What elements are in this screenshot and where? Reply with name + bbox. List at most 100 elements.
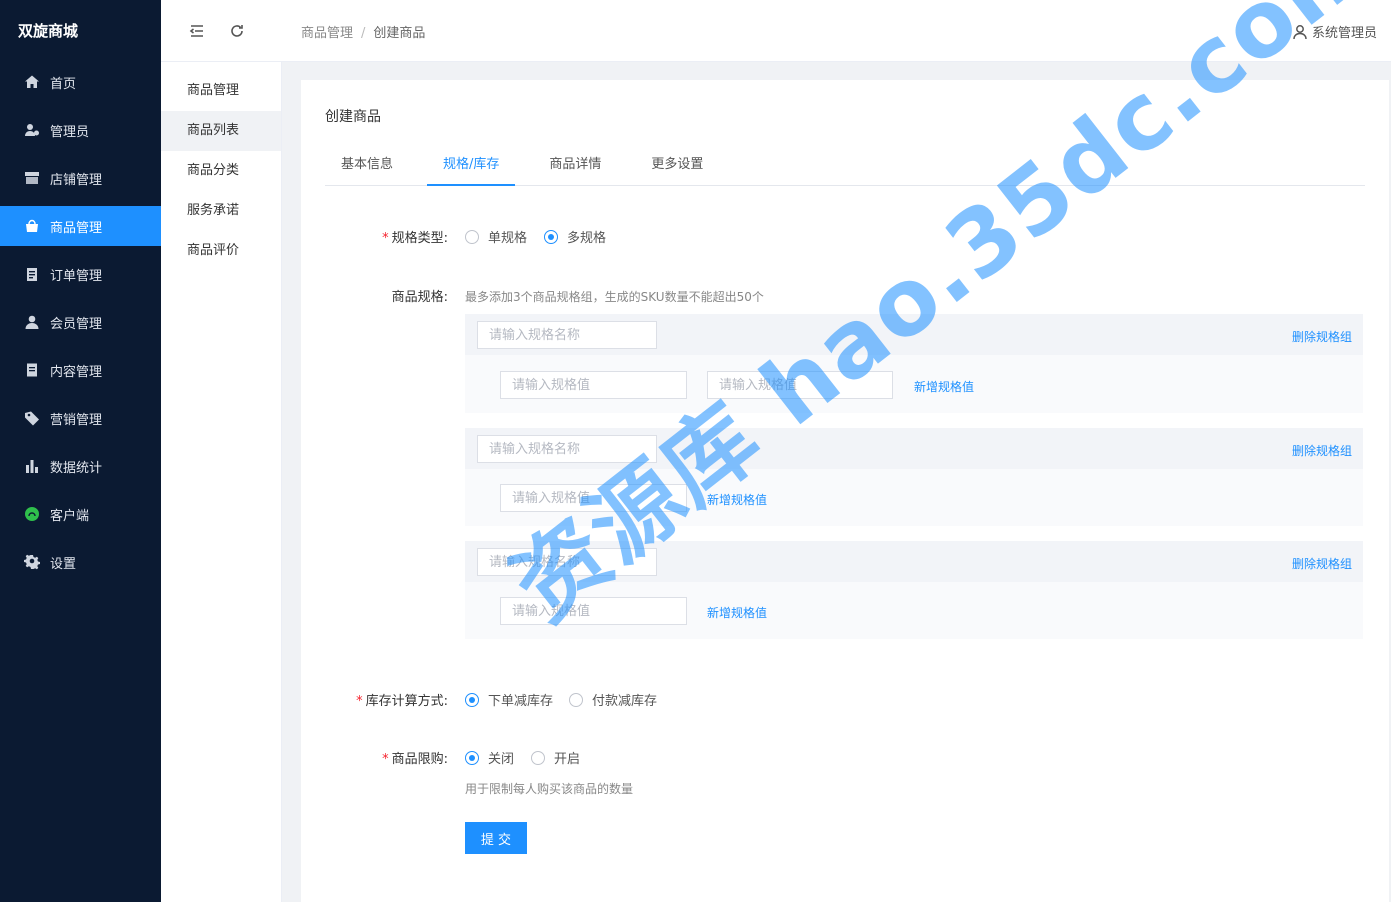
user-menu[interactable]: 系统管理员 [1292,22,1377,41]
tab-spec-stock[interactable]: 规格/库存 [427,150,516,186]
sidebar-item-label: 商品管理 [50,220,103,236]
collapse-menu-icon[interactable] [187,21,207,41]
sidebar-item-orders[interactable]: 订单管理 [0,254,161,294]
top-bar: 商品管理 / 创建商品 系统管理员 [161,0,1391,62]
subnav-item-product-category[interactable]: 商品分类 [161,151,281,191]
sidebar-item-label: 客户端 [50,508,90,524]
spec-group-header: 删除规格组 [465,541,1363,582]
clipboard-icon [24,266,40,282]
breadcrumb-parent[interactable]: 商品管理 [301,26,353,41]
radio-multi-spec[interactable]: 多规格 [544,227,606,246]
bag-icon [24,218,40,234]
radio-label: 开启 [554,752,581,767]
stock-method-label-text: 库存计算方式: [365,694,448,709]
sidebar-item-label: 首页 [50,76,77,92]
spec-type-label: * 规格类型: [298,227,448,246]
subnav-item-service-promise[interactable]: 服务承诺 [161,191,281,231]
radio-label: 关闭 [488,752,515,767]
refresh-icon[interactable] [227,21,247,41]
add-spec-value-button[interactable]: 新增规格值 [707,491,767,508]
admin-icon [24,122,40,138]
required-mark: * [356,694,363,709]
sidebar-item-label: 数据统计 [50,460,103,476]
sidebar-item-label: 订单管理 [50,268,103,284]
add-spec-value-button[interactable]: 新增规格值 [914,378,974,395]
spec-type-label-text: 规格类型: [391,231,448,246]
sidebar-item-label: 内容管理 [50,364,103,380]
radio-label: 多规格 [567,231,607,246]
sidebar-item-content[interactable]: 内容管理 [0,350,161,390]
purchase-limit-hint: 用于限制每人购买该商品的数量 [465,782,634,796]
radio-limit-off[interactable]: 关闭 [465,748,514,767]
store-icon [24,170,40,186]
spec-value-input[interactable] [500,371,687,399]
radio-label: 下单减库存 [488,694,554,709]
sidebar-item-client[interactable]: 客户端 [0,494,161,534]
spec-value-input[interactable] [707,371,893,399]
sidebar-item-members[interactable]: 会员管理 [0,302,161,342]
tag-icon [24,410,40,426]
delete-spec-group-button[interactable]: 删除规格组 [1292,555,1352,572]
wechat-icon [24,506,40,522]
spec-label: 商品规格: [391,290,448,305]
sidebar-item-products[interactable]: 商品管理 [0,206,161,246]
sidebar-item-statistics[interactable]: 数据统计 [0,446,161,486]
radio-label: 付款减库存 [592,694,658,709]
submit-button[interactable]: 提 交 [465,822,527,854]
radio-dot [569,692,583,707]
radio-dot [465,750,479,765]
tab-product-detail[interactable]: 商品详情 [533,150,617,186]
subnav-item-product-review[interactable]: 商品评价 [161,231,281,271]
spec-name-input[interactable] [477,435,657,463]
sidebar-item-label: 会员管理 [50,316,103,332]
purchase-limit-label: * 商品限购: [298,748,448,767]
spec-group-header: 删除规格组 [465,428,1363,469]
sidebar-item-admin[interactable]: 管理员 [0,110,161,150]
radio-dot [465,692,479,707]
spec-group-header: 删除规格组 [465,314,1363,355]
spec-name-input[interactable] [477,321,657,349]
sidebar-item-home[interactable]: 首页 [0,62,161,102]
sidebar-item-label: 营销管理 [50,412,103,428]
sidebar-item-marketing[interactable]: 营销管理 [0,398,161,438]
delete-spec-group-button[interactable]: 删除规格组 [1292,442,1352,459]
sidebar-item-settings[interactable]: 设置 [0,542,161,582]
spec-value-input[interactable] [500,484,687,512]
gear-icon [24,554,40,570]
tab-bar: 基本信息 规格/库存 商品详情 更多设置 [325,150,1365,186]
radio-single-spec[interactable]: 单规格 [465,227,527,246]
purchase-limit-label-text: 商品限购: [391,752,448,767]
spec-group: 删除规格组 新增规格值 [465,541,1363,639]
spec-hint: 最多添加3个商品规格组，生成的SKU数量不能超出50个 [465,290,764,304]
spec-group: 删除规格组 新增规格值 [465,428,1363,526]
user-icon [1293,24,1307,39]
stock-method-label: * 库存计算方式: [298,690,448,709]
sidebar-item-label: 设置 [50,556,77,572]
radio-dot [544,229,558,244]
radio-limit-on[interactable]: 开启 [531,748,580,767]
radio-dot [465,229,479,244]
radio-dot [531,750,545,765]
breadcrumb-separator: / [361,26,366,41]
tab-more-settings[interactable]: 更多设置 [635,150,719,186]
page-title: 创建商品 [325,109,381,125]
radio-payment-deduct[interactable]: 付款减库存 [569,690,657,709]
sidebar-item-store[interactable]: 店铺管理 [0,158,161,198]
sidebar: 双旋商城 首页 管理员 店铺管理 商品管理 订单管理 会员管理 内容管理 营销管… [0,0,161,902]
add-spec-value-button[interactable]: 新增规格值 [707,604,767,621]
home-icon [24,74,40,90]
spec-name-input[interactable] [477,548,657,576]
spec-group: 删除规格组 新增规格值 [465,314,1363,413]
main-card: 创建商品 基本信息 规格/库存 商品详情 更多设置 * 规格类型: 单规格 多规格… [301,80,1389,902]
sidebar-item-label: 店铺管理 [50,172,103,188]
delete-spec-group-button[interactable]: 删除规格组 [1292,328,1352,345]
subnav-item-product-management[interactable]: 商品管理 [161,71,281,111]
spec-value-input[interactable] [500,597,687,625]
user-icon [24,314,40,330]
subnav-item-product-list[interactable]: 商品列表 [161,111,281,151]
breadcrumb: 商品管理 / 创建商品 [301,22,425,41]
bar-chart-icon [24,458,40,474]
tab-basic-info[interactable]: 基本信息 [325,150,409,186]
required-mark: * [382,231,389,246]
radio-order-deduct[interactable]: 下单减库存 [465,690,553,709]
